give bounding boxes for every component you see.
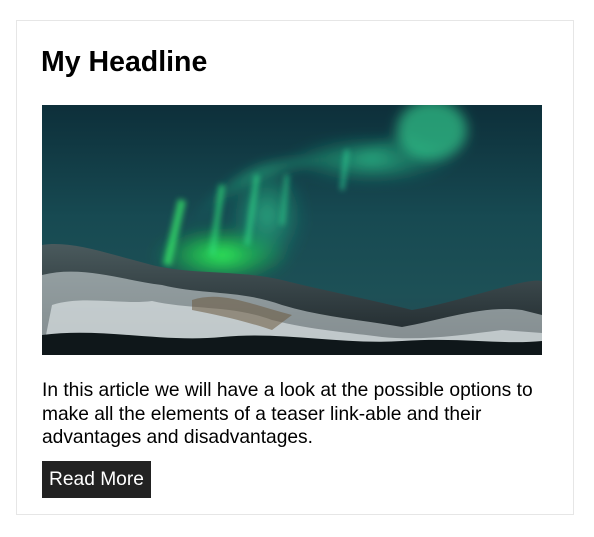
read-more-button[interactable]: Read More <box>42 461 151 498</box>
teaser-image <box>42 105 542 355</box>
teaser-headline: My Headline <box>41 46 208 78</box>
teaser-body: In this article we will have a look at t… <box>42 380 533 448</box>
